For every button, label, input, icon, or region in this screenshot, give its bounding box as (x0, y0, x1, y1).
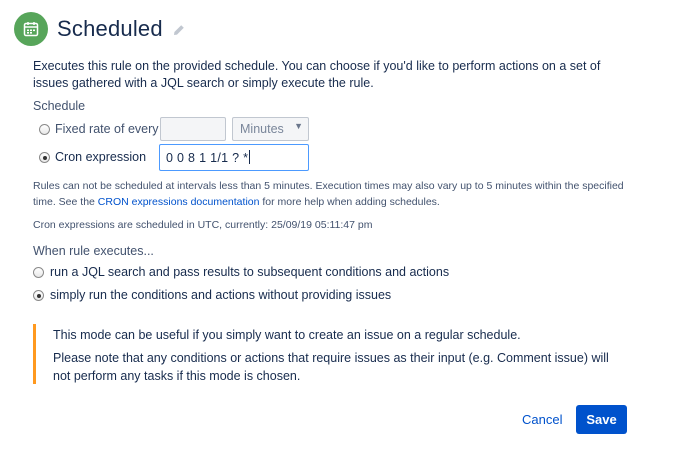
cancel-button[interactable]: Cancel (522, 412, 562, 427)
utc-note: Cron expressions are scheduled in UTC, c… (33, 219, 373, 231)
cron-expression-label: Cron expression (55, 150, 147, 164)
schedule-help-text: Rules can not be scheduled at intervals … (33, 178, 633, 210)
execution-label: When rule executes... (33, 244, 154, 258)
warning-line-2: Please note that any conditions or actio… (53, 351, 609, 383)
cron-expression-value: 0 0 8 1 1/1 ? * (166, 151, 249, 165)
text-cursor (249, 150, 251, 164)
warning-line-1: This mode can be useful if you simply wa… (53, 328, 521, 342)
cron-expression-radio[interactable] (39, 152, 50, 163)
jql-search-label: run a JQL search and pass results to sub… (50, 265, 450, 279)
save-button[interactable]: Save (576, 405, 627, 434)
jql-search-radio[interactable] (33, 267, 44, 278)
calendar-icon (14, 12, 48, 46)
fixed-rate-radio[interactable] (39, 124, 50, 135)
cron-docs-link[interactable]: CRON expressions documentation (98, 196, 260, 208)
time-unit-value: Minutes (240, 122, 284, 136)
fixed-rate-input[interactable] (160, 117, 226, 141)
page-title: Scheduled (57, 16, 163, 41)
cron-expression-input[interactable]: 0 0 8 1 1/1 ? * (159, 144, 309, 171)
fixed-rate-label: Fixed rate of every (55, 122, 159, 136)
run-without-issues-radio[interactable] (33, 290, 44, 301)
rule-description: Executes this rule on the provided sched… (33, 59, 601, 90)
warning-panel: This mode can be useful if you simply wa… (33, 324, 623, 384)
help-text-end: for more help when adding schedules. (259, 196, 440, 208)
time-unit-select[interactable]: Minutes ▼ (232, 117, 309, 141)
run-without-issues-label: simply run the conditions and actions wi… (50, 288, 392, 302)
schedule-label: Schedule (33, 99, 86, 113)
trigger-header: Scheduled (14, 12, 185, 46)
pencil-icon[interactable] (173, 24, 185, 36)
chevron-down-icon: ▼ (294, 121, 303, 131)
